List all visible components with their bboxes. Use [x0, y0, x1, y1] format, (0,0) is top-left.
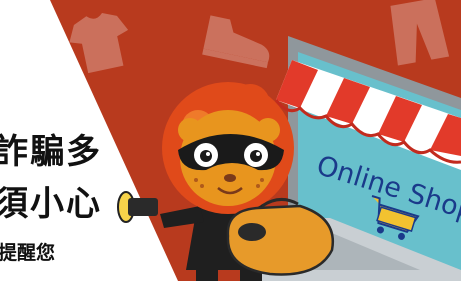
subline-text: 提醒您 — [0, 242, 56, 264]
promo-banner: 詐騙多 須小心 提醒您 Online Shop — [0, 0, 461, 281]
headline-line-2: 須小心 — [0, 184, 102, 224]
headline-line-1: 詐騙多 — [0, 132, 102, 172]
